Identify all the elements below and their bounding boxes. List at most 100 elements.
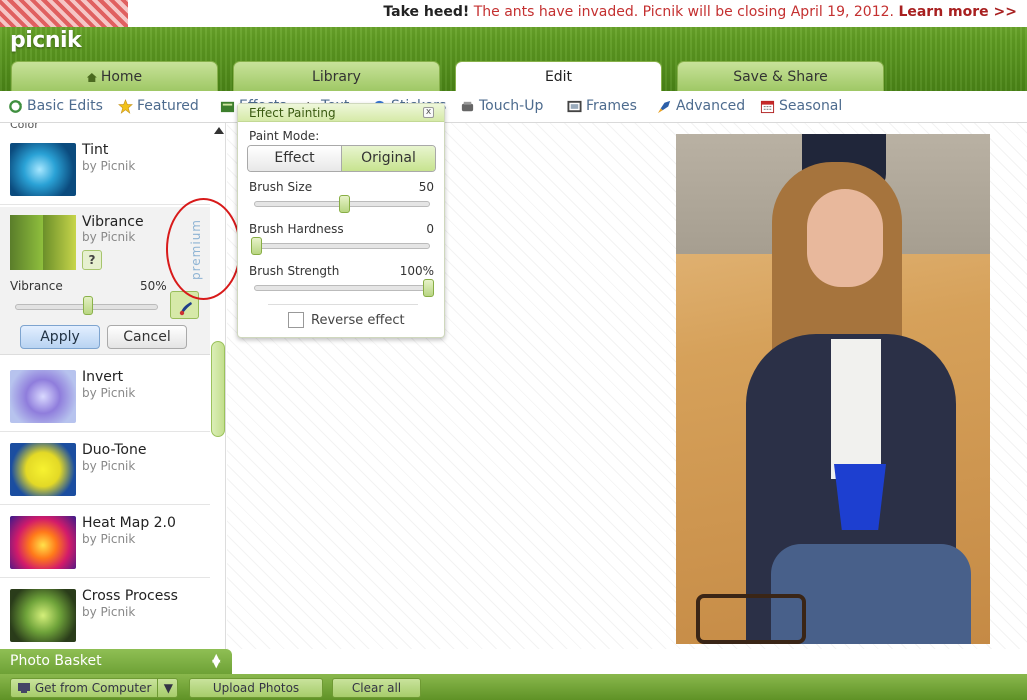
picnik-logo[interactable]: picnik <box>10 28 82 53</box>
tint-thumbnail <box>10 143 76 196</box>
effect-cross-process[interactable]: Cross Process by Picnik <box>0 578 210 649</box>
apply-button[interactable]: Apply <box>20 325 100 349</box>
subtab-featured-label: Featured <box>137 98 199 114</box>
vibrance-slider-label: Vibrance <box>10 279 63 293</box>
photo-basket-bar[interactable]: Photo Basket ▲ ▼ <box>0 649 232 674</box>
effect-author: by Picnik <box>82 532 136 546</box>
brush-strength-label: Brush Strength <box>249 264 340 278</box>
subtab-advanced[interactable]: Advanced <box>657 98 745 114</box>
announcement-message: The ants have invaded. Picnik will be cl… <box>473 4 894 20</box>
get-from-computer-label: Get from Computer <box>34 681 152 695</box>
annotation-circle <box>166 198 241 300</box>
brush-strength-track[interactable] <box>254 285 430 291</box>
subtab-frames-label: Frames <box>586 98 637 114</box>
frame-icon <box>567 100 582 112</box>
effect-name: Vibrance <box>82 214 144 230</box>
brush-strength-value: 100% <box>399 264 434 278</box>
subtab-frames[interactable]: Frames <box>567 98 637 114</box>
mode-effect-button[interactable]: Effect <box>248 146 342 171</box>
tab-save-share-label: Save & Share <box>733 69 828 85</box>
brush-strength-handle[interactable] <box>423 279 434 297</box>
learn-more-link[interactable]: Learn more >> <box>898 4 1017 20</box>
help-button[interactable]: ? <box>82 250 102 270</box>
duo-tone-thumbnail <box>10 443 76 496</box>
brush-hardness-handle[interactable] <box>251 237 262 255</box>
tab-library[interactable]: Library <box>233 61 440 91</box>
tab-home-label: Home <box>100 69 143 85</box>
paint-mode-toggle: Effect Original <box>247 145 436 172</box>
mode-original-button[interactable]: Original <box>342 146 435 171</box>
computer-icon <box>18 683 30 693</box>
header-bar: Take heed! The ants have invaded. Picnik… <box>0 0 1027 91</box>
invert-thumbnail <box>10 370 76 423</box>
clear-all-button[interactable]: Clear all <box>332 678 421 698</box>
reverse-effect-checkbox[interactable] <box>288 312 304 328</box>
cancel-button[interactable]: Cancel <box>107 325 187 349</box>
section-label: Color <box>10 123 39 131</box>
banner-pattern <box>0 0 128 27</box>
effect-heat-map[interactable]: Heat Map 2.0 by Picnik <box>0 505 210 578</box>
subtab-basic-edits-label: Basic Edits <box>27 98 103 114</box>
effect-name: Heat Map 2.0 <box>82 515 176 531</box>
photo-chair <box>696 594 806 644</box>
brush-size-value: 50 <box>418 180 434 194</box>
effect-painting-panel: Effect Painting x Paint Mode: Effect Ori… <box>237 103 445 338</box>
get-from-computer-button[interactable]: Get from Computer ▼ <box>10 678 178 698</box>
edited-photo[interactable] <box>676 134 990 644</box>
effect-invert[interactable]: Invert by Picnik <box>0 359 210 432</box>
edit-subtabs: Basic Edits Featured Effects A Text Stic… <box>0 91 1027 123</box>
photo-shirt <box>831 339 881 479</box>
tab-home[interactable]: Home <box>11 61 218 91</box>
close-icon[interactable]: x <box>423 107 434 118</box>
subtab-basic-edits[interactable]: Basic Edits <box>8 98 103 114</box>
scroll-thumb[interactable] <box>211 341 225 437</box>
touchup-icon <box>461 101 474 111</box>
effect-painting-title: Effect Painting <box>238 104 444 122</box>
tab-save-share[interactable]: Save & Share <box>677 61 884 91</box>
effect-author: by Picnik <box>82 230 136 244</box>
effect-duo-tone[interactable]: Duo-Tone by Picnik <box>0 432 210 505</box>
effects-icon <box>220 101 235 112</box>
subtab-seasonal[interactable]: Seasonal <box>760 98 842 114</box>
photo-cup <box>834 464 886 530</box>
upload-photos-button[interactable]: Upload Photos <box>189 678 323 698</box>
effect-author: by Picnik <box>82 159 136 173</box>
subtab-touch-up-label: Touch-Up <box>479 98 544 114</box>
photo-basket-label: Photo Basket <box>10 653 102 669</box>
brush-hardness-track[interactable] <box>254 243 430 249</box>
brush-hardness-value: 0 <box>426 222 434 236</box>
announcement-banner: Take heed! The ants have invaded. Picnik… <box>0 0 1027 27</box>
scroll-up-arrow-icon[interactable] <box>214 127 224 134</box>
effect-tint[interactable]: Tint by Picnik <box>0 132 210 205</box>
vibrance-thumbnail <box>10 215 76 270</box>
calendar-icon <box>760 100 775 113</box>
photo-face <box>807 189 883 287</box>
tab-edit[interactable]: Edit <box>455 61 662 91</box>
effect-name: Duo-Tone <box>82 442 147 458</box>
bottom-toolbar: Get from Computer ▼ Upload Photos Clear … <box>0 674 1027 700</box>
dropdown-arrow-icon[interactable]: ▼ <box>156 679 173 697</box>
vibrance-slider-handle[interactable] <box>82 296 93 315</box>
expand-arrows-icon[interactable]: ▲ ▼ <box>212 652 220 669</box>
home-icon <box>86 73 97 82</box>
paint-mode-label: Paint Mode: <box>249 129 320 143</box>
rocket-icon <box>657 100 671 113</box>
panel-divider <box>268 304 418 305</box>
heat-map-thumbnail <box>10 516 76 569</box>
effect-author: by Picnik <box>82 459 136 473</box>
brush-hardness-label: Brush Hardness <box>249 222 344 236</box>
brush-size-handle[interactable] <box>338 195 350 213</box>
subtab-featured[interactable]: Featured <box>118 98 199 114</box>
vibrance-slider-value: 50% <box>140 279 167 293</box>
refresh-icon <box>9 99 23 113</box>
tab-edit-label: Edit <box>544 69 573 85</box>
star-icon <box>118 98 133 114</box>
subtab-advanced-label: Advanced <box>676 98 746 114</box>
announcement-heading: Take heed! <box>383 4 470 20</box>
subtab-touch-up[interactable]: Touch-Up <box>460 98 543 114</box>
effect-author: by Picnik <box>82 605 136 619</box>
announcement-text: Take heed! The ants have invaded. Picnik… <box>383 4 1017 20</box>
effect-name: Invert <box>82 369 124 385</box>
effect-name: Tint <box>82 142 109 158</box>
cross-process-thumbnail <box>10 589 76 642</box>
